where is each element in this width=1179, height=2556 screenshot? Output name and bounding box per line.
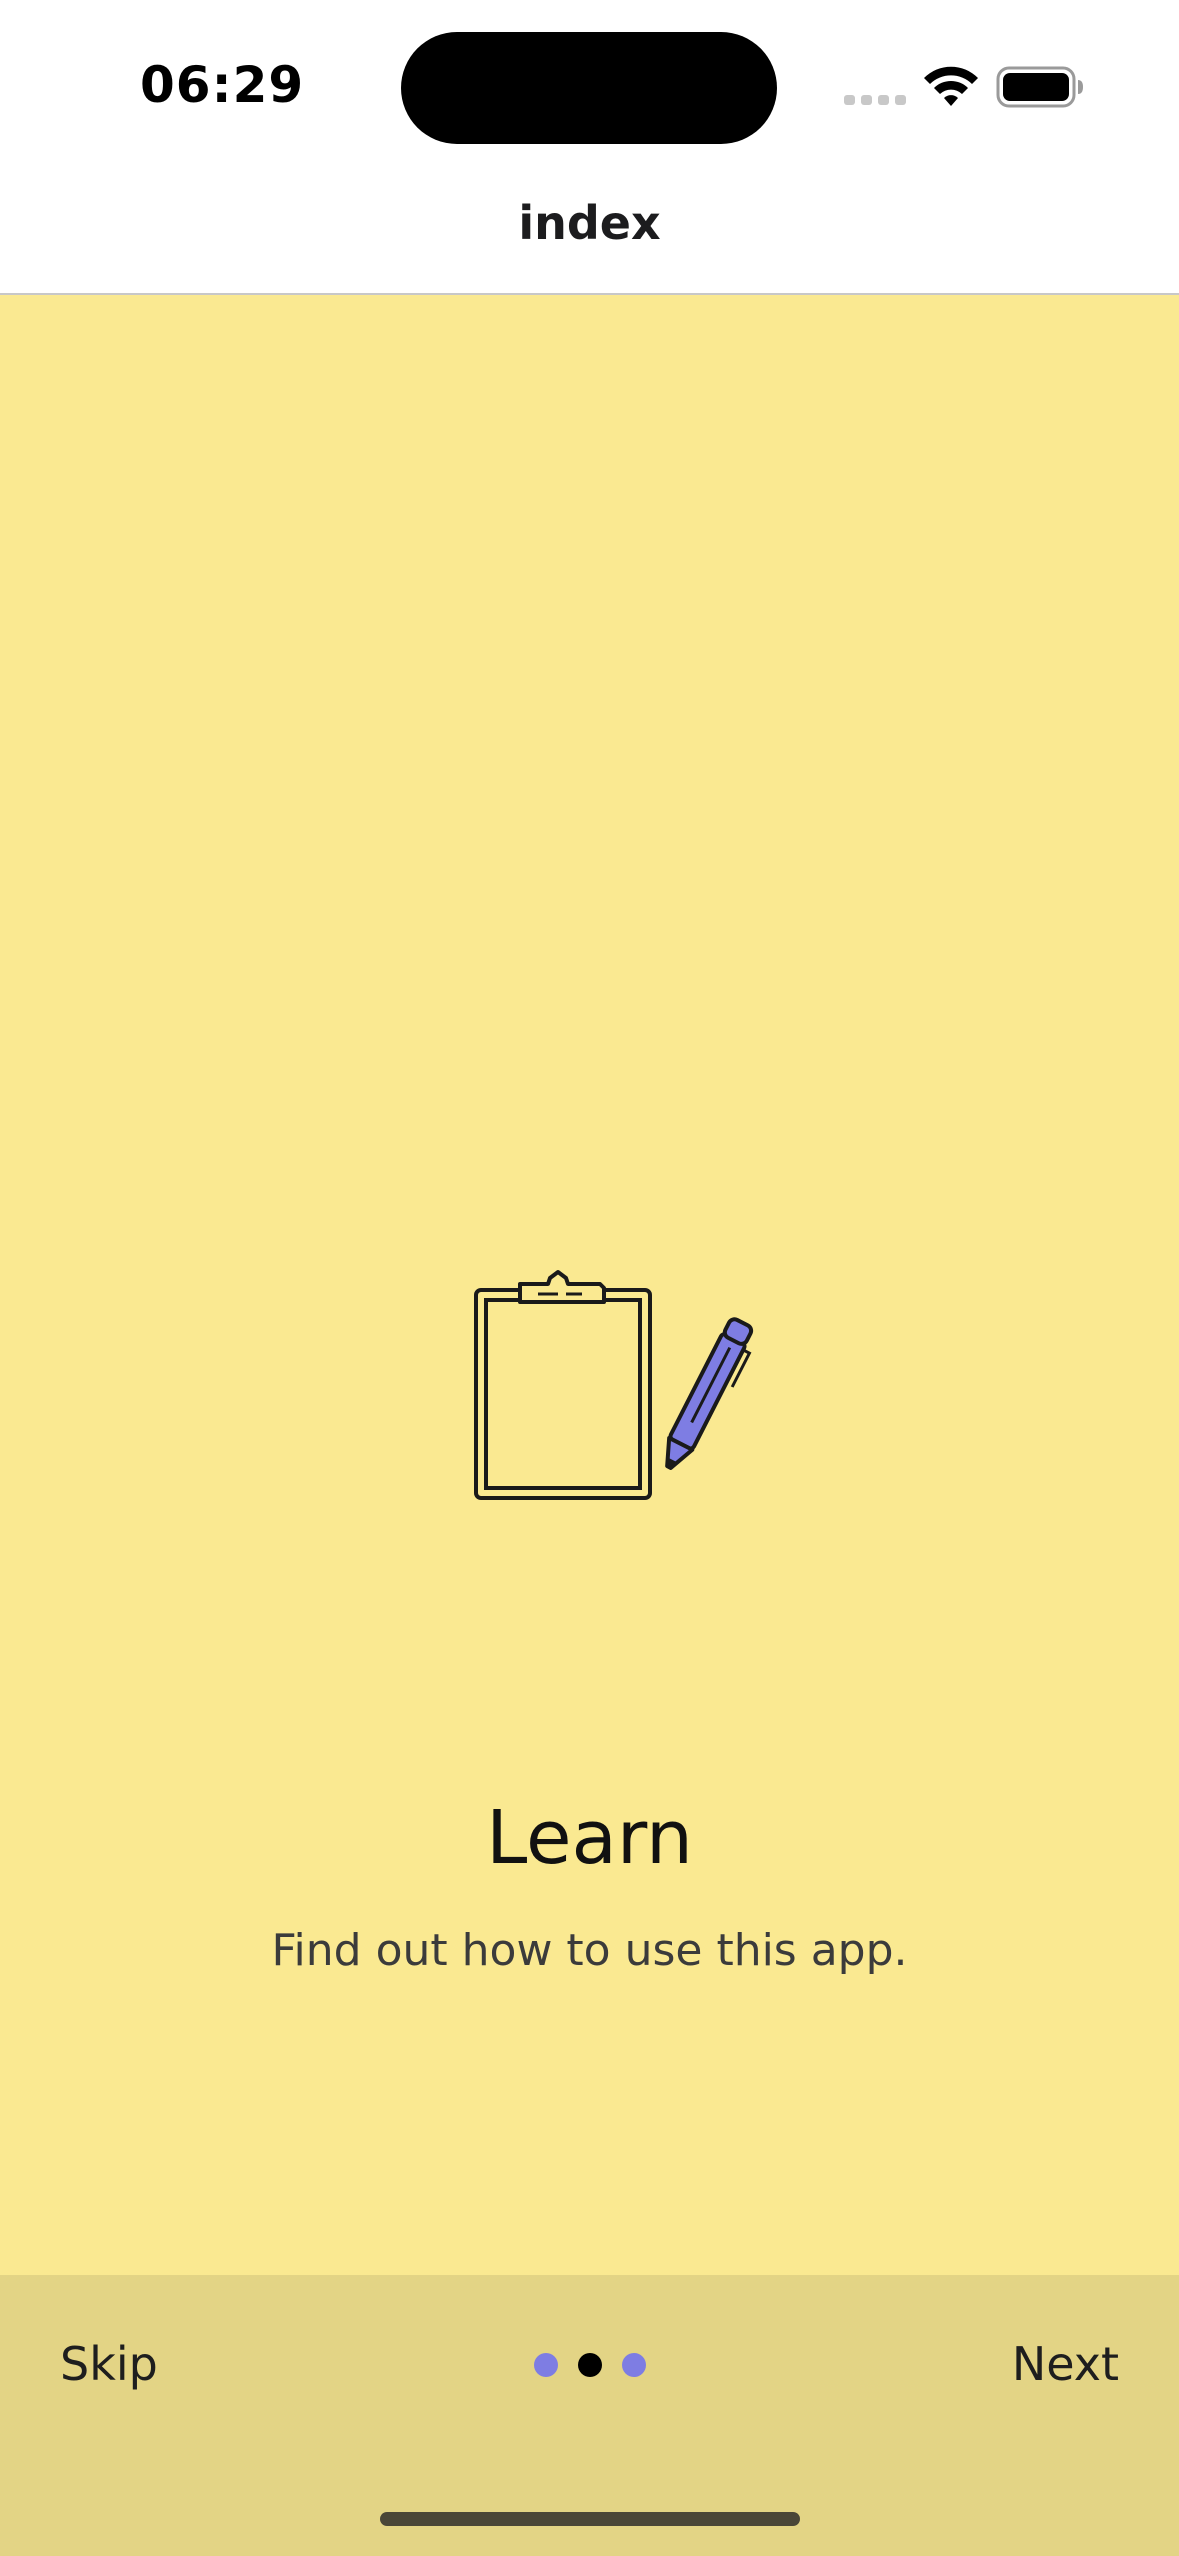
page-dot-active[interactable] bbox=[578, 2353, 602, 2377]
onboarding-subtitle: Find out how to use this app. bbox=[271, 1925, 908, 1976]
wifi-icon bbox=[924, 66, 978, 106]
status-bar: 06:29 bbox=[0, 0, 1179, 170]
next-button[interactable]: Next bbox=[1012, 2337, 1119, 2391]
battery-icon bbox=[996, 66, 1083, 108]
dynamic-island bbox=[401, 32, 777, 144]
page-indicator bbox=[534, 2353, 646, 2379]
cellular-signal-icon bbox=[844, 95, 906, 105]
home-indicator[interactable] bbox=[380, 2512, 800, 2526]
onboarding-slide: Learn Find out how to use this app. bbox=[0, 295, 1179, 2275]
page-dot[interactable] bbox=[534, 2353, 558, 2377]
page-title: index bbox=[518, 196, 661, 250]
clipboard-pen-icon bbox=[474, 1270, 754, 1500]
onboarding-title: Learn bbox=[486, 1795, 693, 1881]
skip-button[interactable]: Skip bbox=[60, 2337, 158, 2391]
page-dot[interactable] bbox=[622, 2353, 646, 2377]
navigation-header: index bbox=[0, 170, 1179, 295]
status-time: 06:29 bbox=[140, 56, 305, 114]
